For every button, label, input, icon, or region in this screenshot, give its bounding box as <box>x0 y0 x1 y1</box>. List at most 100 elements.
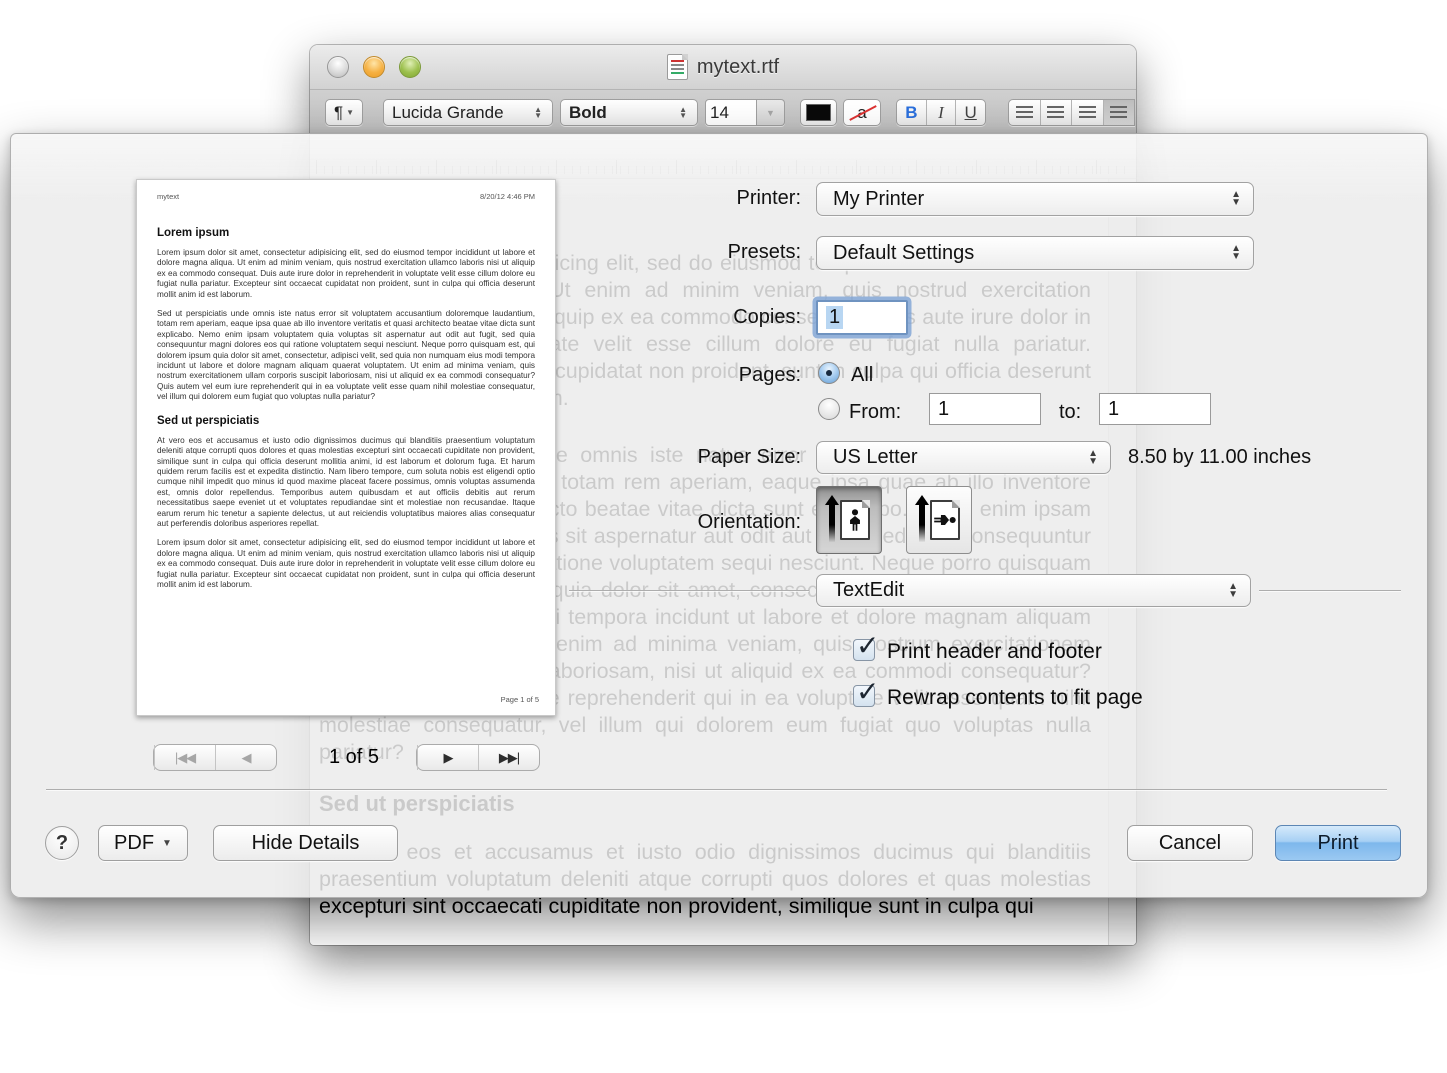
page-from-input[interactable]: 1 <box>929 393 1041 425</box>
page-to-value: 1 <box>1108 398 1119 421</box>
presets-select[interactable]: Default Settings ▲▼ <box>816 236 1254 270</box>
dropdown-arrow-icon: ▼ <box>346 108 354 117</box>
stepper-icon: ▲▼ <box>534 107 544 119</box>
orientation-landscape-button[interactable] <box>906 486 972 554</box>
font-family-value: Lucida Grande <box>392 103 504 123</box>
preview-nav-forward-group: ▶ ▶▶| <box>416 744 540 771</box>
print-dialog: mytext 8/20/12 4:46 PM Lorem ipsum Lorem… <box>10 133 1428 898</box>
preview-paragraph: Lorem ipsum dolor sit amet, consectetur … <box>157 248 535 300</box>
pages-label: Pages: <box>546 364 801 387</box>
preview-paragraph: Lorem ipsum dolor sit amet, consectetur … <box>157 538 535 590</box>
color-swatch-black <box>806 104 831 121</box>
close-window-button[interactable] <box>327 56 349 78</box>
stepper-icon: ▲▼ <box>1228 583 1238 599</box>
previous-page-button[interactable]: ◀ <box>215 745 276 770</box>
hide-details-label: Hide Details <box>252 832 360 855</box>
app-options-value: TextEdit <box>833 579 904 602</box>
preview-page-footer: Page 1 of 5 <box>501 695 539 704</box>
printer-select[interactable]: My Printer ▲▼ <box>816 182 1254 216</box>
window-title: mytext.rtf <box>697 56 779 79</box>
pdf-menu-button[interactable]: PDF ▼ <box>98 825 188 861</box>
zoom-window-button[interactable] <box>399 56 421 78</box>
window-titlebar: mytext.rtf <box>310 45 1136 90</box>
landscape-page-icon <box>930 500 960 540</box>
pages-to-label: to: <box>1059 401 1081 424</box>
document-icon <box>667 54 688 80</box>
rewrap-contents-checkbox[interactable]: ✓ <box>853 685 875 707</box>
minimize-window-button[interactable] <box>363 56 385 78</box>
screen: mytext.rtf ¶ ▼ Lucida Grande ▲▼ Bold ▲▼ <box>0 0 1447 1073</box>
typeface-select[interactable]: Bold ▲▼ <box>560 99 698 126</box>
last-page-button[interactable]: ▶▶| <box>478 745 539 770</box>
next-page-button[interactable]: ▶ <box>417 745 478 770</box>
pages-range-radio[interactable] <box>818 398 840 420</box>
copies-value: 1 <box>826 306 843 329</box>
check-icon: ✓ <box>856 629 879 662</box>
preview-header: mytext 8/20/12 4:46 PM <box>157 192 535 201</box>
paragraph-styles-button[interactable]: ¶ ▼ <box>325 99 363 126</box>
underline-button[interactable]: U <box>955 100 985 125</box>
orientation-label: Orientation: <box>546 511 801 534</box>
font-size-dropdown-button[interactable]: ▼ <box>757 99 785 126</box>
portrait-page-icon <box>840 500 870 540</box>
page-from-value: 1 <box>938 398 949 421</box>
printer-label: Printer: <box>546 187 801 210</box>
paper-size-value: US Letter <box>833 446 917 469</box>
font-size-input[interactable]: 14 <box>705 99 757 126</box>
app-options-select[interactable]: TextEdit ▲▼ <box>816 574 1251 607</box>
paper-size-select[interactable]: US Letter ▲▼ <box>816 441 1111 474</box>
typeface-value: Bold <box>569 103 607 123</box>
align-left-button[interactable] <box>1009 100 1040 125</box>
stepper-icon: ▲▼ <box>679 107 689 119</box>
align-right-icon <box>1079 106 1096 120</box>
help-button[interactable]: ? <box>45 826 79 860</box>
footer-divider <box>46 789 1387 790</box>
dropdown-arrow-icon: ▼ <box>162 838 172 849</box>
preview-nav-back-group: |◀◀ ◀ <box>153 744 277 771</box>
dropdown-arrow-icon: ▼ <box>766 108 775 118</box>
pages-all-label: All <box>851 364 873 387</box>
bold-button[interactable]: B <box>897 100 926 125</box>
print-header-footer-label: Print header and footer <box>887 640 1102 664</box>
window-title-group: mytext.rtf <box>667 54 779 80</box>
align-right-button[interactable] <box>1071 100 1103 125</box>
copies-label: Copies: <box>546 306 801 329</box>
stepper-icon: ▲▼ <box>1231 245 1241 261</box>
print-preview-page: mytext 8/20/12 4:46 PM Lorem ipsum Lorem… <box>136 179 556 716</box>
first-page-icon: |◀◀ <box>175 750 195 766</box>
align-left-icon <box>1016 106 1033 120</box>
text-color-well[interactable] <box>800 99 837 126</box>
presets-value: Default Settings <box>833 242 974 265</box>
pdf-button-label: PDF <box>114 832 154 855</box>
preview-heading-1: Lorem ipsum <box>157 227 535 239</box>
pages-all-radio[interactable] <box>818 362 840 384</box>
justify-button[interactable] <box>1103 100 1135 125</box>
person-portrait-icon <box>846 507 864 533</box>
biu-segmented-control: B I U <box>896 99 986 126</box>
copies-input[interactable]: 1 <box>816 300 908 335</box>
font-family-select[interactable]: Lucida Grande ▲▼ <box>383 99 553 126</box>
previous-page-icon: ◀ <box>242 750 251 766</box>
traffic-lights <box>327 56 421 78</box>
page-to-input[interactable]: 1 <box>1099 393 1211 425</box>
hide-details-button[interactable]: Hide Details <box>213 825 398 861</box>
background-color-well[interactable]: a <box>843 99 881 126</box>
print-header-footer-checkbox[interactable]: ✓ <box>853 639 875 661</box>
presets-label: Presets: <box>546 241 801 264</box>
check-icon: ✓ <box>856 675 879 708</box>
italic-button[interactable]: I <box>926 100 956 125</box>
paper-size-label: Paper Size: <box>546 446 801 469</box>
paper-dimensions-label: 8.50 by 11.00 inches <box>1128 446 1311 469</box>
align-center-icon <box>1047 106 1064 120</box>
cancel-button[interactable]: Cancel <box>1127 825 1253 861</box>
stepper-icon: ▲▼ <box>1088 450 1098 466</box>
orientation-portrait-button[interactable] <box>816 486 882 554</box>
font-size-value: 14 <box>706 103 729 123</box>
format-toolbar: ¶ ▼ Lucida Grande ▲▼ Bold ▲▼ 14 ▼ <box>310 90 1136 135</box>
cancel-label: Cancel <box>1159 832 1221 855</box>
stepper-icon: ▲▼ <box>1231 191 1241 207</box>
print-button[interactable]: Print <box>1275 825 1401 861</box>
align-center-button[interactable] <box>1040 100 1072 125</box>
first-page-button[interactable]: |◀◀ <box>154 745 215 770</box>
question-mark-icon: ? <box>56 832 68 855</box>
